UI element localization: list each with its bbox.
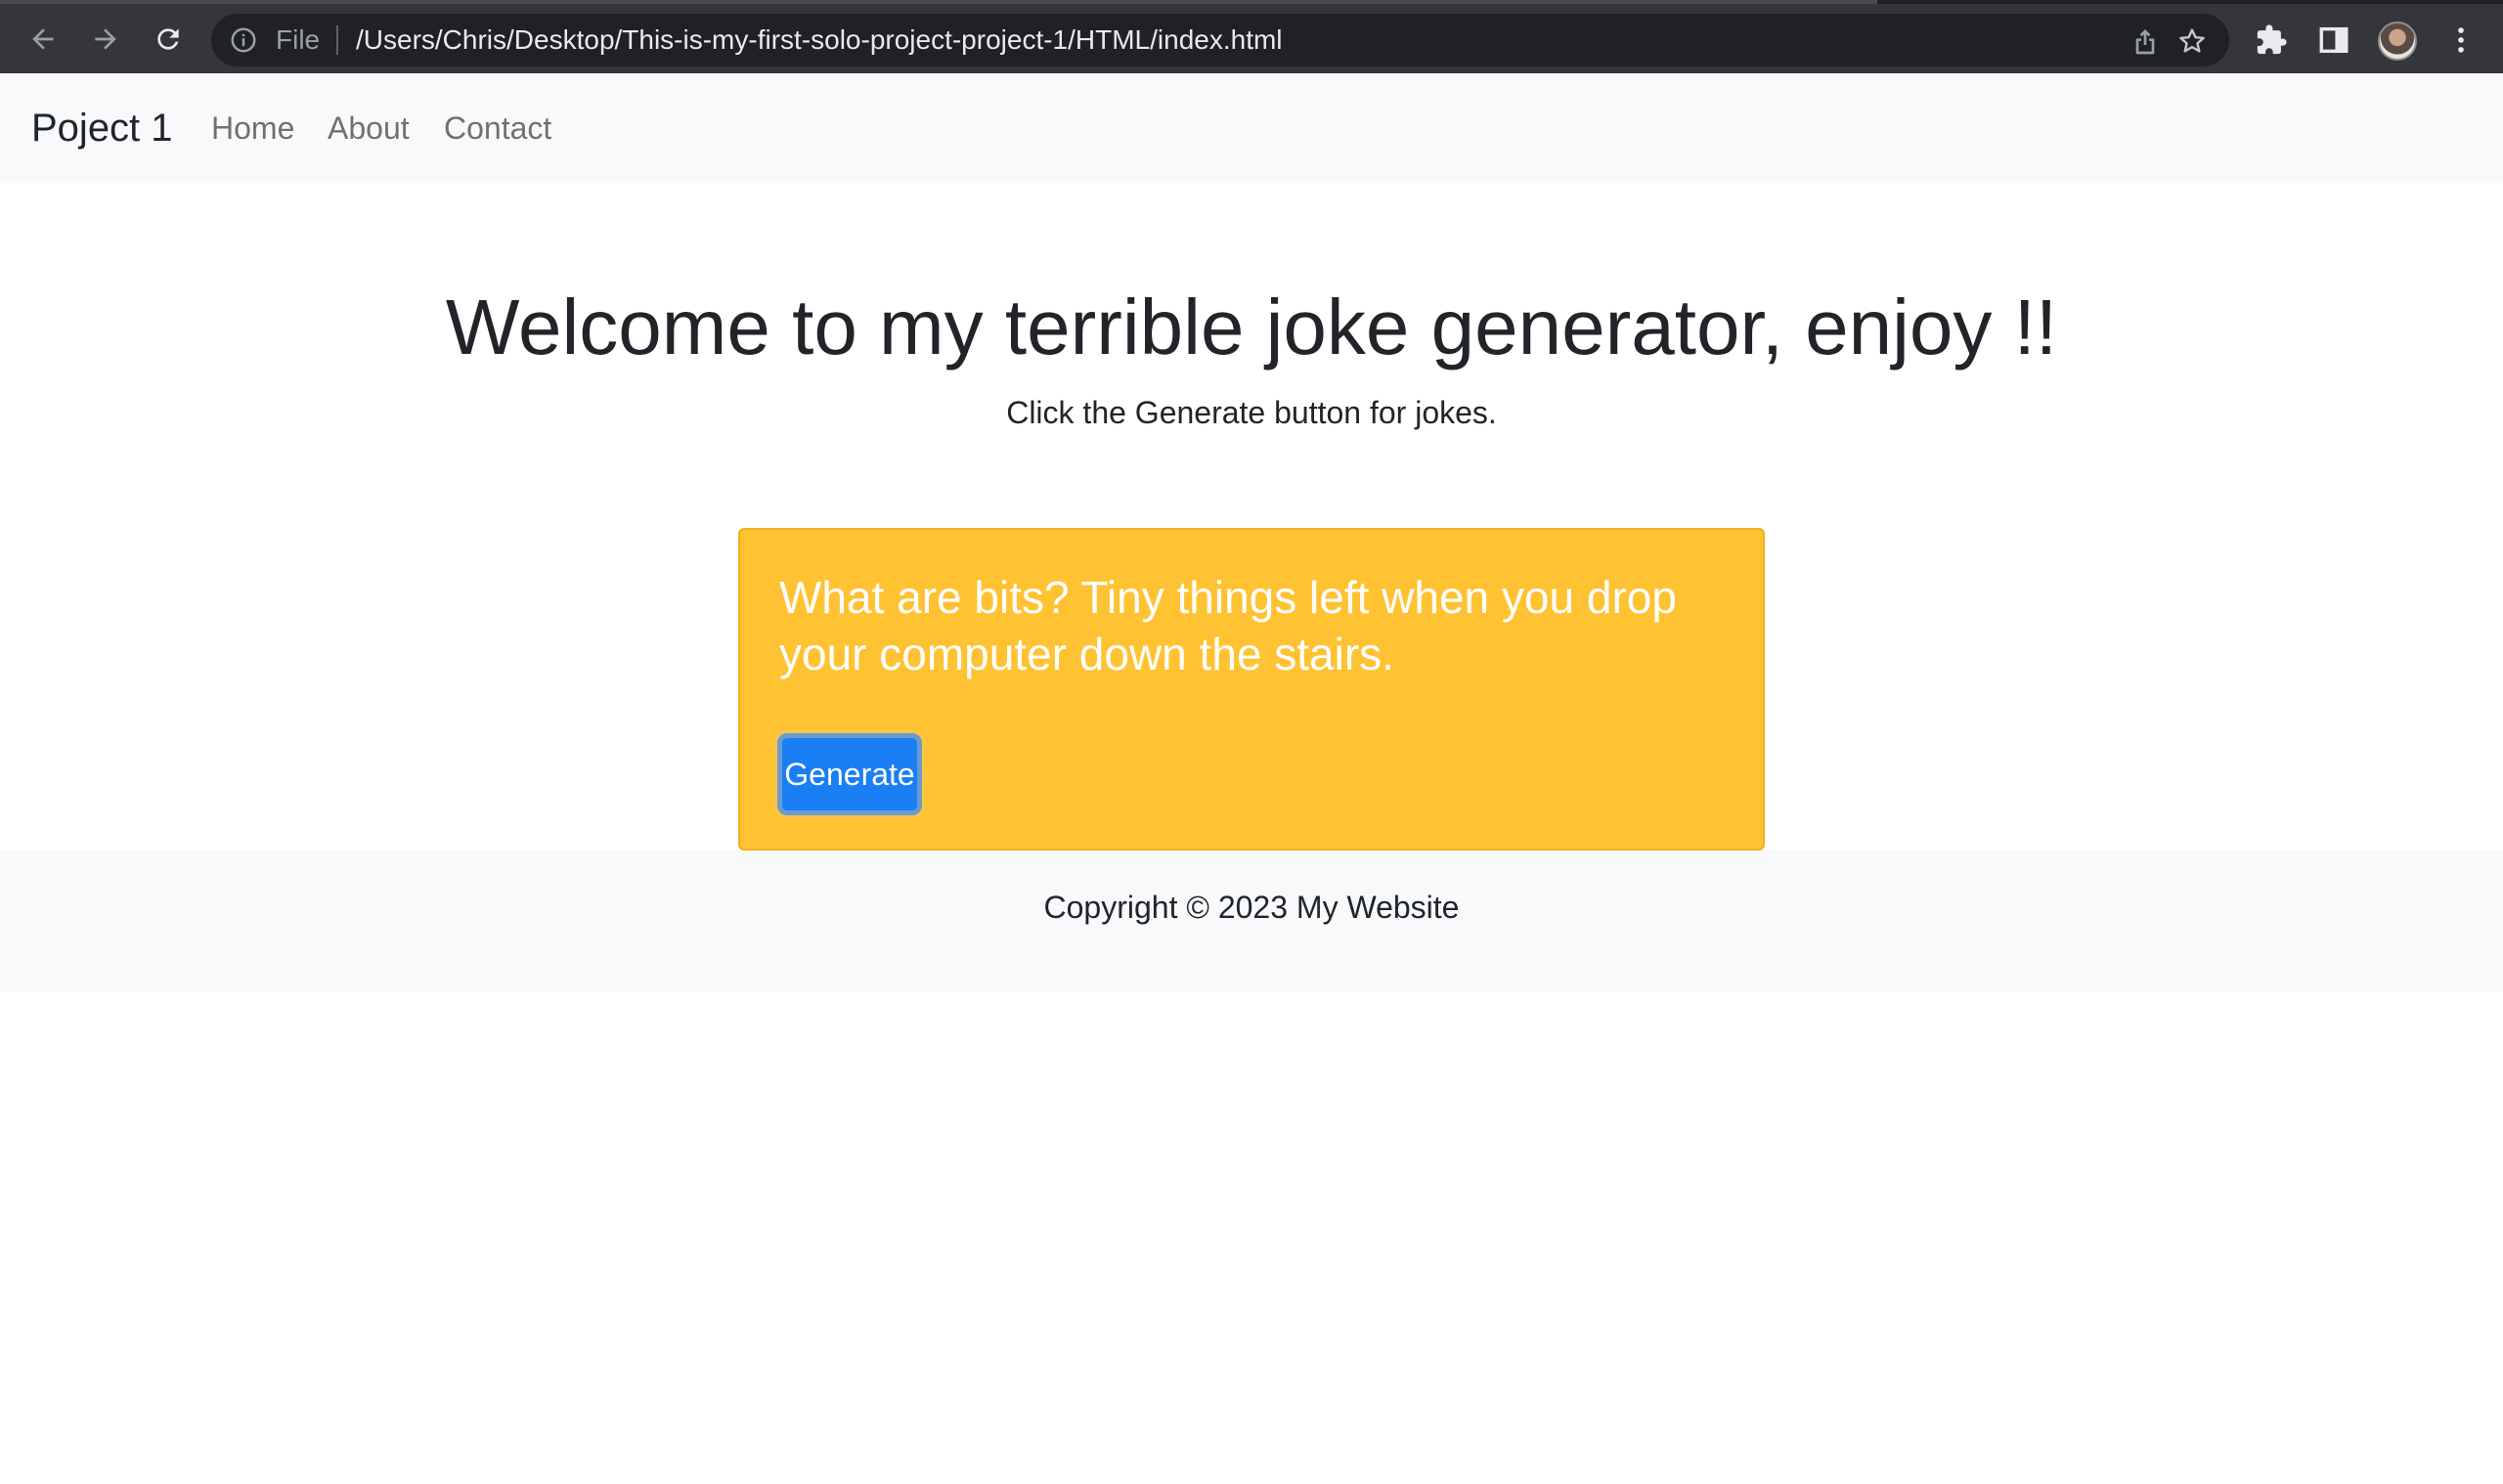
info-icon[interactable] bbox=[229, 25, 258, 55]
joke-text: What are bits? Tiny things left when you… bbox=[779, 572, 1677, 679]
file-scheme-label: File bbox=[276, 24, 321, 55]
joke-card: What are bits? Tiny things left when you… bbox=[738, 528, 1765, 851]
address-bar[interactable]: File /Users/Chris/Desktop/This-is-my-fir… bbox=[211, 14, 2229, 66]
url-text[interactable]: /Users/Chris/Desktop/This-is-my-first-so… bbox=[356, 14, 1283, 66]
copyright-text: Copyright © 2023 My Website bbox=[1043, 890, 1460, 925]
nav-link-about[interactable]: About bbox=[328, 107, 410, 150]
extensions-icon[interactable] bbox=[2255, 23, 2288, 57]
browser-toolbar: File /Users/Chris/Desktop/This-is-my-fir… bbox=[0, 0, 2503, 73]
nav-link-home[interactable]: Home bbox=[211, 107, 294, 150]
navbar-brand[interactable]: Poject 1 bbox=[31, 103, 173, 153]
address-divider bbox=[336, 25, 338, 55]
back-button[interactable] bbox=[22, 18, 65, 61]
reload-icon bbox=[157, 28, 179, 50]
generate-button[interactable]: Generate bbox=[777, 733, 922, 815]
tab-strip-edge bbox=[0, 0, 1877, 4]
side-panel-icon[interactable] bbox=[2317, 23, 2350, 57]
page-subtitle: Click the Generate button for jokes. bbox=[1006, 395, 1497, 430]
back-arrow-icon bbox=[32, 28, 54, 50]
profile-avatar[interactable] bbox=[2378, 22, 2417, 61]
nav-link-contact[interactable]: Contact bbox=[444, 107, 551, 150]
site-footer: Copyright © 2023 My Website bbox=[0, 851, 2503, 992]
forward-button[interactable] bbox=[84, 18, 127, 61]
reload-button[interactable] bbox=[147, 18, 190, 61]
site-navbar: Poject 1 Home About Contact bbox=[0, 73, 2503, 183]
star-icon[interactable] bbox=[2176, 25, 2208, 57]
page-title: Welcome to my terrible joke generator, e… bbox=[445, 284, 2058, 371]
forward-arrow-icon bbox=[95, 28, 116, 50]
kebab-menu-icon[interactable] bbox=[2444, 23, 2478, 57]
share-icon[interactable] bbox=[2130, 25, 2161, 57]
